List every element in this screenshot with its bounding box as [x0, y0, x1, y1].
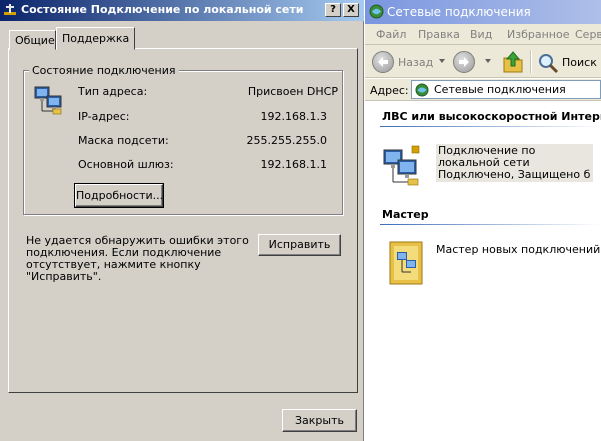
address-value: Сетевые подключения	[434, 83, 566, 96]
folder-up-icon[interactable]	[502, 50, 524, 74]
new-connection-wizard-label: Мастер новых подключений	[436, 243, 601, 256]
explorer-title-bar[interactable]: Сетевые подключения	[365, 0, 601, 24]
back-arrow-icon	[378, 57, 388, 67]
menu-file[interactable]: Файл	[376, 28, 406, 41]
toolbar-separator	[530, 50, 531, 73]
back-button[interactable]	[372, 51, 394, 73]
address-input[interactable]: Сетевые подключения	[411, 80, 601, 99]
connection-status-dialog: Состояние Подключение по локальной сети …	[0, 0, 364, 441]
network-connections-icon	[415, 83, 429, 97]
forward-dropdown-icon[interactable]	[485, 59, 491, 63]
group-title: Состояние подключения	[29, 64, 179, 77]
lan-connection-name: Подключение по локальной сети	[438, 144, 536, 169]
close-icon[interactable]: X	[343, 3, 359, 17]
network-connection-icon	[34, 86, 62, 115]
search-label[interactable]: Поиск	[562, 56, 597, 69]
explorer-title: Сетевые подключения	[387, 5, 531, 19]
repair-button[interactable]: Исправить	[258, 234, 341, 256]
network-folder-icon	[369, 4, 384, 19]
forward-arrow-icon	[459, 57, 469, 67]
toolbar: Назад Поиск	[365, 45, 601, 78]
connection-wizard-icon	[389, 241, 423, 285]
network-icon	[4, 4, 16, 15]
menu-favorites[interactable]: Избранное	[507, 28, 569, 41]
help-button[interactable]: ?	[325, 3, 341, 17]
ip-address-label: IP-адрес:	[78, 110, 130, 123]
back-label[interactable]: Назад	[398, 56, 433, 69]
lan-connection-icon	[383, 145, 420, 186]
section-wizard-title: Мастер	[382, 208, 429, 221]
address-type-value: Присвоен DHCP	[247, 85, 338, 98]
forward-button[interactable]	[453, 51, 475, 73]
ip-address-value: 192.168.1.3	[260, 110, 327, 123]
back-dropdown-icon[interactable]	[439, 59, 445, 63]
tab-support[interactable]: Поддержка	[56, 27, 136, 50]
lan-connection-text: Подключение по локальной сети Подключено…	[436, 144, 593, 182]
default-gateway-value: 192.168.1.1	[260, 158, 327, 171]
tab-general[interactable]: Общие	[9, 30, 56, 50]
lan-connection-item[interactable]: Подключение по локальной сети Подключено…	[382, 140, 596, 190]
error-message: Не удается обнаружить ошибки этого подкл…	[26, 234, 249, 283]
address-type-label: Тип адреса:	[78, 85, 148, 98]
section-divider	[380, 224, 601, 225]
default-gateway-label: Основной шлюз:	[78, 158, 174, 171]
network-connections-window: Сетевые подключения Файл Правка Вид Избр…	[365, 0, 601, 441]
subnet-mask-label: Маска подсети:	[78, 134, 169, 147]
lan-connection-status: Подключено, Защищено бр...	[438, 169, 591, 181]
new-connection-wizard-item[interactable]: Мастер новых подключений	[382, 238, 600, 288]
menu-view[interactable]: Вид	[470, 28, 492, 41]
search-icon[interactable]	[537, 52, 559, 74]
dialog-title-bar[interactable]: Состояние Подключение по локальной сети …	[0, 0, 364, 21]
subnet-mask-value: 255.255.255.0	[246, 134, 327, 147]
section-divider	[380, 126, 601, 127]
address-bar: Адрес: Сетевые подключения	[365, 79, 601, 101]
dialog-title: Состояние Подключение по локальной сети	[21, 3, 304, 16]
menu-service[interactable]: Серв	[575, 28, 601, 41]
menu-bar: Файл Правка Вид Избранное Серв	[365, 24, 601, 45]
address-label: Адрес:	[370, 84, 409, 97]
section-lan-title: ЛВС или высокоскоростной Интернет	[382, 110, 601, 123]
close-button[interactable]: Закрыть	[282, 409, 357, 432]
menu-edit[interactable]: Правка	[418, 28, 460, 41]
details-button[interactable]: Подробности...	[74, 183, 164, 208]
